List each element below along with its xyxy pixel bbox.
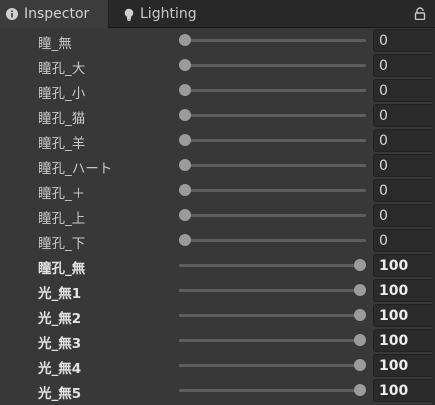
slider-knob[interactable]	[354, 309, 366, 321]
slider-knob[interactable]	[179, 184, 191, 196]
value-field[interactable]: 100	[373, 304, 435, 327]
slider-knob[interactable]	[179, 59, 191, 71]
slider-track[interactable]	[179, 264, 366, 267]
slider-label: 瞳孔_＋	[38, 186, 86, 202]
slider-label: 瞳孔_無	[38, 261, 86, 277]
slider-knob[interactable]	[354, 384, 366, 396]
slider-label: 光_無5	[38, 386, 82, 402]
slider-knob[interactable]	[179, 134, 191, 146]
value-field[interactable]: 0	[373, 104, 435, 127]
slider-track[interactable]	[179, 64, 366, 67]
value-field[interactable]: 0	[373, 229, 435, 252]
value-field[interactable]: 100	[373, 354, 435, 377]
slider-track[interactable]	[179, 89, 366, 92]
slider-track[interactable]	[179, 239, 366, 242]
slider-row: 瞳_無 0	[0, 28, 435, 53]
lock-icon[interactable]	[414, 7, 426, 24]
slider-knob[interactable]	[179, 109, 191, 121]
slider-label: 瞳孔_上	[38, 211, 86, 227]
slider-track[interactable]	[179, 389, 366, 392]
value-field[interactable]: 0	[373, 129, 435, 152]
slider-track[interactable]	[179, 339, 366, 342]
slider-label: 光_無4	[38, 361, 82, 377]
slider-knob[interactable]	[179, 84, 191, 96]
slider-label: 瞳孔_大	[38, 61, 86, 77]
slider-track[interactable]	[179, 364, 366, 367]
tab-inspector-label: Inspector	[24, 6, 90, 22]
slider-row: 瞳孔_小 0	[0, 78, 435, 103]
info-icon	[6, 8, 18, 20]
slider-track[interactable]	[179, 314, 366, 317]
value-field[interactable]: 100	[373, 254, 435, 277]
tab-lighting-label: Lighting	[140, 6, 197, 22]
slider-row: 光_無1 100	[0, 278, 435, 303]
slider-label: 瞳孔_小	[38, 86, 86, 102]
slider-track[interactable]	[179, 139, 366, 142]
slider-row: 瞳孔_羊 0	[0, 128, 435, 153]
slider-row: 光_無4 100	[0, 353, 435, 378]
slider-knob[interactable]	[354, 359, 366, 371]
slider-row: 瞳孔_無 100	[0, 253, 435, 278]
slider-track[interactable]	[179, 164, 366, 167]
tab-inspector[interactable]: Inspector	[0, 0, 109, 28]
slider-label: 光_無2	[38, 311, 82, 327]
slider-row: 光_無5 100	[0, 378, 435, 403]
slider-row: 光_無2 100	[0, 303, 435, 328]
slider-knob[interactable]	[179, 209, 191, 221]
slider-row: 瞳孔_ハート 0	[0, 153, 435, 178]
tab-bar: Inspector Lighting	[0, 0, 435, 28]
blendshape-slider-list: 瞳_無 0 瞳孔_大 0 瞳孔_小 0 瞳孔_猫 0 瞳孔_羊 0 瞳孔_ハート 0 瞳孔_＋ 0 瞳孔_上…	[0, 28, 435, 405]
slider-knob[interactable]	[354, 334, 366, 346]
value-field[interactable]: 0	[373, 179, 435, 202]
slider-label: 瞳孔_下	[38, 236, 86, 252]
lightbulb-icon	[124, 8, 134, 21]
slider-track[interactable]	[179, 289, 366, 292]
slider-row: 瞳孔_上 0	[0, 203, 435, 228]
slider-row: 瞳孔_猫 0	[0, 103, 435, 128]
slider-label: 瞳_無	[38, 36, 72, 52]
slider-label: 光_無3	[38, 336, 82, 352]
value-field[interactable]: 0	[373, 29, 435, 52]
slider-row: 瞳孔_大 0	[0, 53, 435, 78]
slider-track[interactable]	[179, 114, 366, 117]
value-field[interactable]: 0	[373, 154, 435, 177]
value-field[interactable]: 100	[373, 329, 435, 352]
slider-track[interactable]	[179, 214, 366, 217]
slider-knob[interactable]	[354, 259, 366, 271]
value-field[interactable]: 100	[373, 279, 435, 302]
value-field[interactable]: 100	[373, 379, 435, 402]
slider-row: 瞳孔_下 0	[0, 228, 435, 253]
slider-knob[interactable]	[179, 34, 191, 46]
slider-row: 光_無3 100	[0, 328, 435, 353]
slider-label: 光_無1	[38, 286, 82, 302]
slider-label: 瞳孔_猫	[38, 111, 86, 127]
slider-row: 瞳孔_＋ 0	[0, 178, 435, 203]
value-field[interactable]: 0	[373, 54, 435, 77]
slider-knob[interactable]	[179, 234, 191, 246]
slider-label: 瞳孔_羊	[38, 136, 86, 152]
slider-knob[interactable]	[179, 159, 191, 171]
value-field[interactable]: 0	[373, 204, 435, 227]
value-field[interactable]: 0	[373, 79, 435, 102]
slider-track[interactable]	[179, 39, 366, 42]
slider-track[interactable]	[179, 189, 366, 192]
slider-label: 瞳孔_ハート	[38, 161, 113, 177]
tab-lighting[interactable]: Lighting	[110, 0, 250, 28]
slider-knob[interactable]	[354, 284, 366, 296]
